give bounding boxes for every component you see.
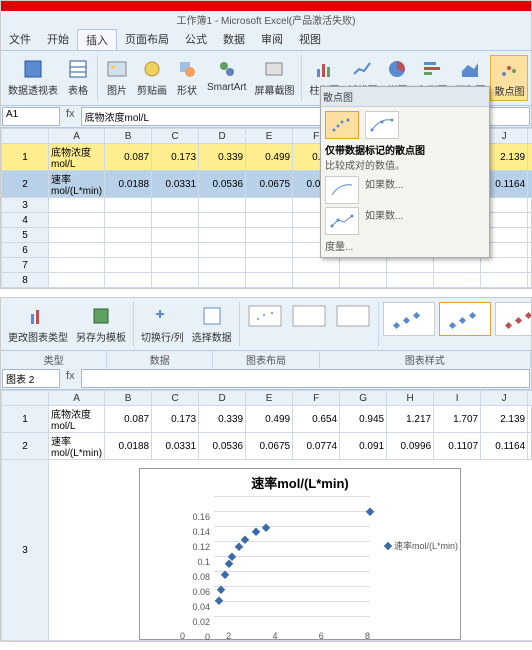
scatter-option-3[interactable] (325, 176, 359, 204)
option-desc: 比较成对的数值。 (325, 157, 485, 172)
tab-layout[interactable]: 页面布局 (117, 29, 177, 50)
layout-2[interactable] (288, 302, 330, 346)
scatter-dropdown: 散点图 仅带数据标记的散点图 比较成对的数值。 如果数... 如果数... 度量… (320, 86, 490, 258)
select-data-button[interactable]: 选择数据 (189, 302, 235, 346)
ribbon-2: 更改图表类型 另存为模板 切换行/列 选择数据 (1, 298, 531, 351)
tab-home[interactable]: 开始 (39, 29, 77, 50)
chart-point[interactable] (215, 596, 223, 604)
switch-row-col-button[interactable]: 切换行/列 (138, 302, 187, 346)
screenshot-button[interactable]: 屏幕截图 (251, 55, 297, 101)
pivot-button[interactable]: 数据透视表 (5, 55, 61, 101)
red-bar (1, 1, 531, 11)
shapes-button[interactable]: 形状 (172, 55, 202, 101)
option-title: 仅带数据标记的散点图 (325, 142, 485, 157)
tab-insert[interactable]: 插入 (77, 29, 117, 50)
tab-file[interactable]: 文件 (1, 29, 39, 50)
dropdown-title: 散点图 (321, 87, 489, 107)
style-2[interactable] (439, 302, 491, 336)
smartart-button[interactable]: SmartArt (204, 55, 249, 101)
scatter-option-2[interactable] (365, 111, 399, 139)
fx-icon[interactable]: fx (60, 107, 81, 126)
chart-point[interactable] (262, 523, 270, 531)
table-button[interactable]: 表格 (63, 55, 93, 101)
group-data: 数据 (107, 351, 213, 368)
scatter-option-4[interactable] (325, 207, 359, 235)
scatter-option-1[interactable] (325, 111, 359, 139)
fx-icon-2[interactable]: fx (60, 369, 81, 388)
style-3[interactable] (495, 302, 531, 336)
layout-1[interactable] (244, 302, 286, 346)
formula-bar-2[interactable] (81, 369, 530, 388)
style-1[interactable] (383, 302, 435, 336)
save-template-button[interactable]: 另存为模板 (73, 302, 129, 346)
chart-point[interactable] (366, 508, 374, 516)
chart[interactable]: 速率mol/(L*min) 00.020.040.060.080.10.120.… (139, 468, 461, 640)
change-chart-type-button[interactable]: 更改图表类型 (5, 302, 71, 346)
scatter-chart-button[interactable]: 散点图 (490, 55, 528, 101)
clipart-button[interactable]: 剪贴画 (134, 55, 170, 101)
ribbon-tabs: 文件 开始 插入 页面布局 公式 数据 审阅 视图 (1, 27, 531, 51)
layout-3[interactable] (332, 302, 374, 346)
tab-review[interactable]: 审阅 (253, 29, 291, 50)
title-bar: 工作簿1 - Microsoft Excel(产品激活失败) (1, 11, 531, 27)
chart-point[interactable] (241, 536, 249, 544)
tab-data[interactable]: 数据 (215, 29, 253, 50)
spreadsheet-2[interactable]: ABCDEFGHIJK 1底物浓度mol/L0.0870.1730.3390.4… (1, 390, 531, 641)
name-box[interactable]: A1 (2, 107, 60, 126)
picture-button[interactable]: 图片 (102, 55, 132, 101)
chart-point[interactable] (235, 542, 243, 550)
group-type: 类型 (1, 351, 107, 368)
chart-title[interactable]: 速率mol/(L*min) (140, 469, 460, 496)
group-layout: 图表布局 (213, 351, 319, 368)
chart-legend[interactable]: 速率mol/(L*min) (385, 539, 458, 552)
other-chart-button[interactable]: 其他图表 (530, 55, 531, 101)
name-box-2[interactable]: 图表 2 (2, 369, 60, 388)
tab-view[interactable]: 视图 (291, 29, 329, 50)
tab-formula[interactable]: 公式 (177, 29, 215, 50)
group-styles: 图表样式 (320, 351, 531, 368)
chart-point[interactable] (252, 527, 260, 535)
chart-plot-area[interactable]: 00.020.040.060.080.10.120.140.16 (180, 496, 370, 631)
